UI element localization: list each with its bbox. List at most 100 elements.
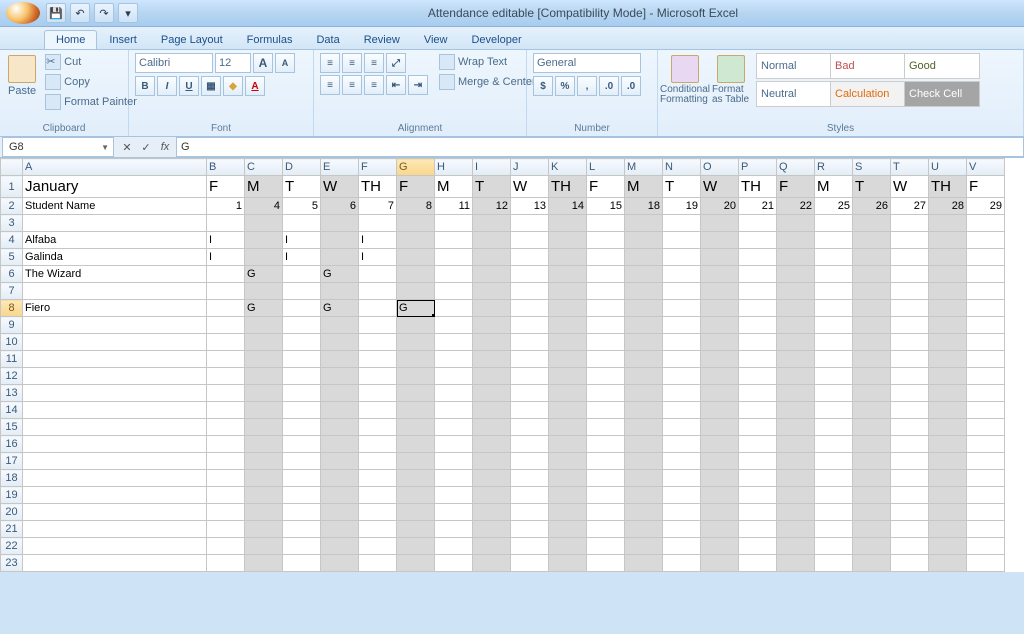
cell-G17[interactable] xyxy=(397,453,435,470)
wrap-text-button[interactable]: Wrap Text xyxy=(436,53,539,71)
cell-A21[interactable] xyxy=(23,521,207,538)
cell-H13[interactable] xyxy=(435,385,473,402)
cell-T19[interactable] xyxy=(891,487,929,504)
cell-V12[interactable] xyxy=(967,368,1005,385)
cell-O23[interactable] xyxy=(701,555,739,572)
cell-L18[interactable] xyxy=(587,470,625,487)
cell-R22[interactable] xyxy=(815,538,853,555)
cell-A16[interactable] xyxy=(23,436,207,453)
cell-S10[interactable] xyxy=(853,334,891,351)
cell-C10[interactable] xyxy=(245,334,283,351)
cell-F16[interactable] xyxy=(359,436,397,453)
cell-A2[interactable]: Student Name xyxy=(23,198,207,215)
cell-S23[interactable] xyxy=(853,555,891,572)
cell-N6[interactable] xyxy=(663,266,701,283)
cell-I3[interactable] xyxy=(473,215,511,232)
cell-Q16[interactable] xyxy=(777,436,815,453)
cell-C18[interactable] xyxy=(245,470,283,487)
cell-O6[interactable] xyxy=(701,266,739,283)
cell-A7[interactable] xyxy=(23,283,207,300)
cell-B20[interactable] xyxy=(207,504,245,521)
cell-D14[interactable] xyxy=(283,402,321,419)
cell-L10[interactable] xyxy=(587,334,625,351)
cell-B21[interactable] xyxy=(207,521,245,538)
cell-V23[interactable] xyxy=(967,555,1005,572)
cell-P4[interactable] xyxy=(739,232,777,249)
cell-R21[interactable] xyxy=(815,521,853,538)
cell-Q12[interactable] xyxy=(777,368,815,385)
cell-T6[interactable] xyxy=(891,266,929,283)
select-all-corner[interactable] xyxy=(1,159,23,176)
cell-Q7[interactable] xyxy=(777,283,815,300)
cell-K5[interactable] xyxy=(549,249,587,266)
cell-I17[interactable] xyxy=(473,453,511,470)
cell-B18[interactable] xyxy=(207,470,245,487)
cell-L3[interactable] xyxy=(587,215,625,232)
row-header-18[interactable]: 18 xyxy=(1,470,23,487)
cell-J10[interactable] xyxy=(511,334,549,351)
cell-D3[interactable] xyxy=(283,215,321,232)
cell-L15[interactable] xyxy=(587,419,625,436)
cell-L4[interactable] xyxy=(587,232,625,249)
cell-J9[interactable] xyxy=(511,317,549,334)
cell-R3[interactable] xyxy=(815,215,853,232)
cell-G21[interactable] xyxy=(397,521,435,538)
cell-B4[interactable]: I xyxy=(207,232,245,249)
number-format-select[interactable]: General xyxy=(533,53,641,73)
cell-G22[interactable] xyxy=(397,538,435,555)
cell-E20[interactable] xyxy=(321,504,359,521)
cell-T21[interactable] xyxy=(891,521,929,538)
cell-K22[interactable] xyxy=(549,538,587,555)
cell-T15[interactable] xyxy=(891,419,929,436)
cell-U22[interactable] xyxy=(929,538,967,555)
cell-G9[interactable] xyxy=(397,317,435,334)
indent-decrease-button[interactable]: ⇤ xyxy=(386,75,406,95)
cell-I6[interactable] xyxy=(473,266,511,283)
cell-J19[interactable] xyxy=(511,487,549,504)
cell-S3[interactable] xyxy=(853,215,891,232)
cell-E5[interactable] xyxy=(321,249,359,266)
cell-A9[interactable] xyxy=(23,317,207,334)
cell-C2[interactable]: 4 xyxy=(245,198,283,215)
cell-F14[interactable] xyxy=(359,402,397,419)
cell-D18[interactable] xyxy=(283,470,321,487)
cell-K14[interactable] xyxy=(549,402,587,419)
cell-T22[interactable] xyxy=(891,538,929,555)
cell-P7[interactable] xyxy=(739,283,777,300)
cell-U2[interactable]: 28 xyxy=(929,198,967,215)
col-header-U[interactable]: U xyxy=(929,159,967,176)
italic-button[interactable]: I xyxy=(157,76,177,96)
cell-G20[interactable] xyxy=(397,504,435,521)
cell-E4[interactable] xyxy=(321,232,359,249)
col-header-G[interactable]: G xyxy=(397,159,435,176)
cell-D23[interactable] xyxy=(283,555,321,572)
cell-O14[interactable] xyxy=(701,402,739,419)
cell-V3[interactable] xyxy=(967,215,1005,232)
cell-T11[interactable] xyxy=(891,351,929,368)
cell-M12[interactable] xyxy=(625,368,663,385)
cell-E11[interactable] xyxy=(321,351,359,368)
cell-F11[interactable] xyxy=(359,351,397,368)
cell-I8[interactable] xyxy=(473,300,511,317)
cell-T12[interactable] xyxy=(891,368,929,385)
cell-F1[interactable]: TH xyxy=(359,176,397,198)
cell-D2[interactable]: 5 xyxy=(283,198,321,215)
cell-C22[interactable] xyxy=(245,538,283,555)
cell-P1[interactable]: TH xyxy=(739,176,777,198)
cell-Q5[interactable] xyxy=(777,249,815,266)
cell-D9[interactable] xyxy=(283,317,321,334)
cell-O13[interactable] xyxy=(701,385,739,402)
cancel-edit-button[interactable]: ✕ xyxy=(118,138,136,156)
cell-H23[interactable] xyxy=(435,555,473,572)
style-good[interactable]: Good xyxy=(904,53,980,79)
cell-B23[interactable] xyxy=(207,555,245,572)
col-header-B[interactable]: B xyxy=(207,159,245,176)
cell-G3[interactable] xyxy=(397,215,435,232)
cell-G10[interactable] xyxy=(397,334,435,351)
cell-Q9[interactable] xyxy=(777,317,815,334)
cell-H4[interactable] xyxy=(435,232,473,249)
cell-M13[interactable] xyxy=(625,385,663,402)
cell-O21[interactable] xyxy=(701,521,739,538)
cell-V11[interactable] xyxy=(967,351,1005,368)
cell-N7[interactable] xyxy=(663,283,701,300)
